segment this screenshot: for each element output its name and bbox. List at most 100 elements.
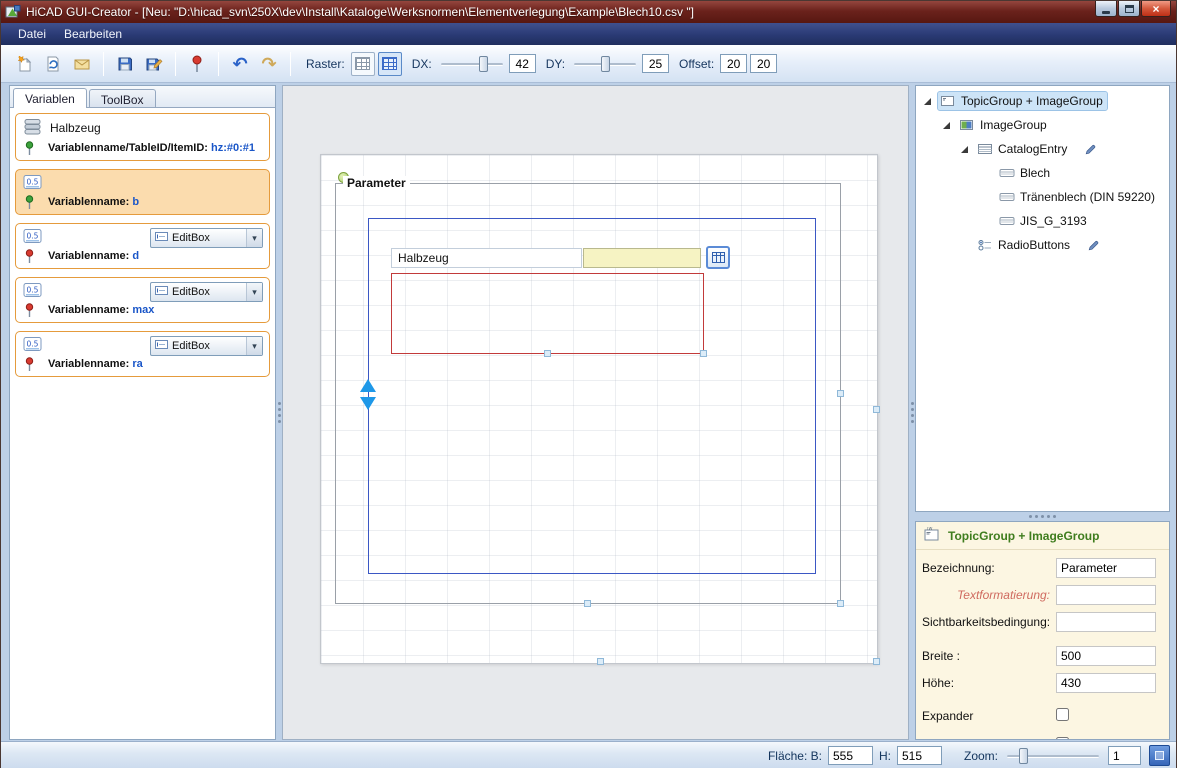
undo-button[interactable]: ↶ — [227, 51, 253, 77]
edit-pencil-icon[interactable] — [1087, 239, 1100, 252]
property-row: Bezeichnung: — [916, 558, 1169, 580]
resize-handle[interactable] — [837, 600, 844, 607]
hoehe-input[interactable] — [1056, 673, 1156, 693]
dx-input[interactable] — [509, 54, 536, 73]
tree-selection[interactable]: TopicGroup + ImageGroup — [938, 92, 1107, 110]
control-type-dropdown[interactable]: EditBox ▾ — [150, 336, 263, 356]
bezeichnung-input[interactable] — [1056, 558, 1156, 578]
control-type-dropdown[interactable]: EditBox ▾ — [150, 228, 263, 248]
variable-card[interactable]: 0.5 EditBox ▾ Variablenname:max — [15, 277, 270, 323]
property-row: Höhe: — [916, 673, 1169, 695]
image-area-outline[interactable] — [391, 273, 704, 354]
maximize-button[interactable] — [1118, 1, 1140, 17]
save-button[interactable] — [112, 51, 138, 77]
textformatierung-input[interactable] — [1056, 585, 1156, 605]
tree-selection[interactable]: RadioButtons — [975, 236, 1074, 254]
expander-checkbox[interactable] — [1056, 708, 1069, 721]
tree-expander-icon[interactable] — [961, 146, 968, 153]
menu-bearbeiten[interactable]: Bearbeiten — [55, 24, 131, 44]
catalog-table-button[interactable] — [706, 246, 730, 269]
tree-item-traenenblech[interactable]: Tränenblech (DIN 59220) — [916, 185, 1169, 209]
tree-item-radiobuttons[interactable]: RadioButtons — [916, 233, 1169, 257]
variable-label: Variablenname: — [48, 304, 129, 316]
close-button[interactable]: × — [1141, 1, 1171, 17]
tab-variablen[interactable]: Variablen — [13, 88, 87, 108]
minimize-button[interactable] — [1095, 1, 1117, 17]
redo-button[interactable]: ↷ — [256, 51, 282, 77]
tree-expander-icon[interactable] — [943, 122, 950, 129]
grid-on-button[interactable] — [378, 52, 402, 76]
tree-selection[interactable]: CatalogEntry — [975, 140, 1071, 158]
tab-toolbox[interactable]: ToolBox — [89, 89, 156, 107]
chevron-down-icon[interactable]: ▾ — [246, 283, 262, 301]
property-row: Breite : — [916, 646, 1169, 668]
flaeche-b-input[interactable] — [828, 746, 873, 765]
flaeche-h-input[interactable] — [897, 746, 942, 765]
menu-datei[interactable]: Datei — [9, 24, 55, 44]
tree-selection[interactable]: Tränenblech (DIN 59220) — [997, 188, 1159, 206]
tree-selection[interactable]: ImageGroup — [957, 116, 1051, 134]
variable-card[interactable]: 0.5 Variablenname:b — [15, 169, 270, 215]
dy-slider[interactable] — [574, 55, 636, 73]
tree-selection[interactable]: Blech — [997, 164, 1054, 182]
tree-selection[interactable]: JIS_G_3193 — [997, 212, 1091, 230]
design-sheet[interactable]: Parameter Halbzeug — [320, 154, 878, 664]
breite-input[interactable] — [1056, 646, 1156, 666]
pin-button[interactable] — [184, 51, 210, 77]
horizontal-splitter[interactable] — [915, 512, 1170, 521]
chevron-down-icon[interactable]: ▾ — [246, 229, 262, 247]
halbzeug-label-control[interactable]: Halbzeug — [391, 248, 582, 268]
tree-item-imagegroup[interactable]: ImageGroup — [916, 113, 1169, 137]
save-as-button[interactable] — [141, 51, 167, 77]
offset-x-input[interactable] — [720, 54, 747, 73]
variable-line: Variablenname:max — [48, 304, 154, 316]
resize-handle[interactable] — [584, 600, 591, 607]
sichtbarkeitsbedingung-input[interactable] — [1056, 612, 1156, 632]
variable-card[interactable]: 0.5 EditBox ▾ Variablenname:ra — [15, 331, 270, 377]
selected-container-outline[interactable] — [368, 218, 816, 574]
resize-handle[interactable] — [873, 658, 880, 665]
halbzeug-editbox[interactable] — [583, 248, 701, 268]
toolbar-separator — [290, 52, 291, 76]
slider-thumb[interactable] — [1019, 748, 1028, 764]
control-type-dropdown[interactable]: EditBox ▾ — [150, 282, 263, 302]
zoom-slider[interactable] — [1007, 747, 1099, 765]
tree-item-label: RadioButtons — [998, 238, 1070, 252]
tree-item-label: JIS_G_3193 — [1020, 214, 1087, 228]
new-from-template-button[interactable] — [40, 51, 66, 77]
svg-text:0.5: 0.5 — [27, 286, 39, 295]
tree-item-blech[interactable]: Blech — [916, 161, 1169, 185]
dy-input[interactable] — [642, 54, 669, 73]
tree-item-label: Tränenblech (DIN 59220) — [1020, 190, 1155, 204]
svg-text:TW: TW — [925, 527, 932, 531]
open-file-button[interactable] — [69, 51, 95, 77]
resize-handle[interactable] — [544, 350, 551, 357]
grid-off-button[interactable] — [351, 52, 375, 76]
resize-handle[interactable] — [837, 390, 844, 397]
clipped-checkbox[interactable] — [1056, 737, 1069, 740]
new-file-icon — [15, 55, 33, 73]
new-file-button[interactable] — [11, 51, 37, 77]
stack-icon — [22, 118, 44, 139]
slider-thumb[interactable] — [601, 56, 610, 72]
variable-card[interactable]: 0.5 EditBox ▾ Variablenname:d — [15, 223, 270, 269]
resize-handle[interactable] — [873, 406, 880, 413]
slider-track[interactable] — [441, 63, 503, 66]
slider-thumb[interactable] — [479, 56, 488, 72]
tree-expander-icon[interactable] — [924, 98, 931, 105]
tree-item-topicgroup-imagegroup[interactable]: TopicGroup + ImageGroup — [916, 89, 1169, 113]
resize-handle[interactable] — [700, 350, 707, 357]
vertical-resize-icon[interactable] — [360, 379, 376, 410]
designer-canvas[interactable]: Parameter Halbzeug — [282, 85, 909, 740]
table-grid-icon — [712, 252, 725, 263]
resize-handle[interactable] — [597, 658, 604, 665]
zoom-fit-button[interactable] — [1149, 745, 1170, 766]
tree-item-catalogentry[interactable]: CatalogEntry — [916, 137, 1169, 161]
offset-y-input[interactable] — [750, 54, 777, 73]
zoom-input[interactable] — [1108, 746, 1141, 765]
chevron-down-icon[interactable]: ▾ — [246, 337, 262, 355]
edit-pencil-icon[interactable] — [1084, 143, 1097, 156]
dx-slider[interactable] — [441, 55, 503, 73]
tree-item-jis-g-3193[interactable]: JIS_G_3193 — [916, 209, 1169, 233]
variable-card[interactable]: Halbzeug Variablenname/TableID/ItemID:hz… — [15, 113, 270, 161]
